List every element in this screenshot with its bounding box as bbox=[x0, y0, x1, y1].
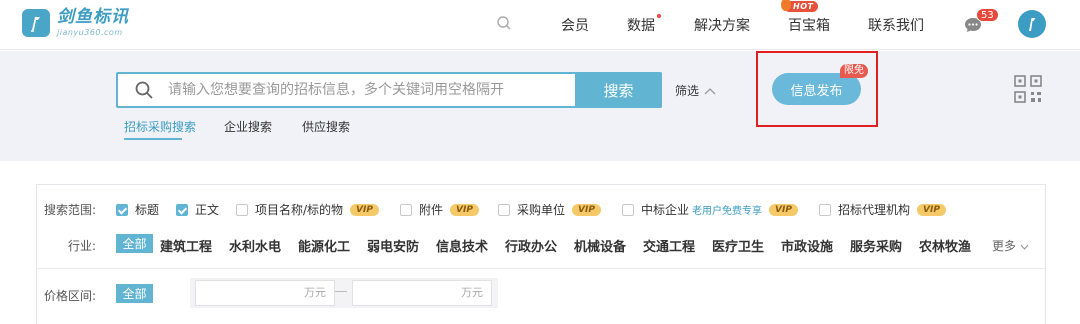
industry-item[interactable]: 交通工程 bbox=[643, 236, 695, 255]
flame-icon bbox=[781, 0, 791, 11]
divider bbox=[36, 268, 1046, 269]
nav-toolbox[interactable]: HOT 百宝箱 bbox=[781, 0, 830, 35]
filter-label: 筛选 bbox=[675, 84, 700, 98]
industry-item[interactable]: 服务采购 bbox=[850, 236, 902, 255]
scope-option-agency[interactable]: 招标代理机构 VIP bbox=[819, 201, 946, 218]
scope-option-label: 采购单位 bbox=[517, 203, 566, 217]
hot-badge-text: HOT bbox=[793, 2, 814, 11]
industry-item[interactable]: 水利水电 bbox=[229, 236, 281, 255]
scope-option-attachment[interactable]: 附件 VIP bbox=[400, 201, 479, 218]
checkbox-icon[interactable] bbox=[819, 203, 831, 216]
scope-option-buyer[interactable]: 采购单位 VIP bbox=[498, 201, 601, 218]
vip-badge: VIP bbox=[572, 203, 601, 216]
vip-badge: VIP bbox=[769, 203, 798, 216]
search-icon bbox=[134, 80, 154, 104]
industry-item[interactable]: 行政办公 bbox=[505, 236, 557, 255]
scope-option-label: 中标企业 bbox=[641, 203, 690, 217]
industry-item[interactable]: 建筑工程 bbox=[160, 236, 212, 255]
scope-option-title[interactable]: 标题 bbox=[116, 201, 159, 218]
checkbox-checked-icon[interactable] bbox=[116, 203, 128, 216]
industry-item[interactable]: 农林牧渔 bbox=[919, 236, 971, 255]
industry-item[interactable]: 医疗卫生 bbox=[712, 236, 764, 255]
checkbox-icon[interactable] bbox=[236, 203, 248, 216]
scope-option-body[interactable]: 正文 bbox=[176, 201, 219, 218]
vip-badge: VIP bbox=[917, 203, 946, 216]
tab-company-search[interactable]: 企业搜索 bbox=[224, 118, 272, 135]
industry-item[interactable]: 机械设备 bbox=[574, 236, 626, 255]
industry-label: 行业: bbox=[68, 239, 97, 253]
search-input[interactable] bbox=[168, 74, 568, 106]
top-header: 剑鱼标讯 jianyu360.com 会员 数据 解决方案 HOT 百宝箱 联系… bbox=[0, 0, 1080, 50]
scope-option-project-name[interactable]: 项目名称/标的物 VIP bbox=[236, 201, 379, 218]
nav-toolbox-label: 百宝箱 bbox=[788, 18, 830, 34]
search-button[interactable]: 搜索 bbox=[575, 72, 662, 108]
chevron-up-icon bbox=[704, 87, 716, 94]
industry-item[interactable]: 弱电安防 bbox=[367, 236, 419, 255]
price-label: 价格区间: bbox=[44, 289, 97, 303]
price-range: 万元 万元 bbox=[190, 278, 498, 308]
promo-text: 老用户免费专享 bbox=[692, 206, 763, 217]
tab-supply-search[interactable]: 供应搜索 bbox=[302, 118, 350, 135]
checkbox-icon[interactable] bbox=[622, 203, 634, 216]
scope-label: 搜索范围: bbox=[44, 203, 97, 217]
new-dot-icon bbox=[657, 14, 661, 18]
filter-toggle[interactable]: 筛选 bbox=[675, 82, 716, 99]
nav-solutions[interactable]: 解决方案 bbox=[694, 15, 750, 35]
scope-option-label: 附件 bbox=[419, 203, 444, 217]
active-tab-indicator bbox=[124, 138, 182, 140]
industry-all-button[interactable]: 全部 bbox=[116, 234, 153, 253]
industry-item[interactable]: 市政设施 bbox=[781, 236, 833, 255]
price-max-input[interactable]: 万元 bbox=[352, 280, 492, 306]
chevron-down-icon bbox=[1020, 244, 1029, 250]
checkbox-icon[interactable] bbox=[400, 203, 412, 216]
user-avatar[interactable] bbox=[1018, 10, 1046, 38]
scope-option-winner[interactable]: 中标企业 老用户免费专享 VIP bbox=[622, 201, 798, 218]
scope-option-label: 标题 bbox=[135, 203, 160, 217]
range-dash bbox=[335, 291, 347, 292]
more-label: 更多 bbox=[992, 239, 1017, 253]
industry-item[interactable]: 能源化工 bbox=[298, 236, 350, 255]
industry-item[interactable]: 信息技术 bbox=[436, 236, 488, 255]
site-logo[interactable]: 剑鱼标讯 jianyu360.com bbox=[22, 9, 129, 37]
message-count-badge: 53 bbox=[976, 8, 999, 22]
header-search-icon[interactable] bbox=[496, 15, 512, 35]
price-min-input[interactable]: 万元 bbox=[195, 280, 335, 306]
qr-code-icon[interactable] bbox=[1013, 74, 1043, 108]
nav-member[interactable]: 会员 bbox=[561, 15, 589, 35]
free-badge: 限免 bbox=[840, 64, 868, 78]
logo-name: 剑鱼标讯 bbox=[57, 7, 129, 27]
nav-contact[interactable]: 联系我们 bbox=[868, 15, 924, 35]
logo-icon bbox=[22, 9, 50, 37]
hot-badge: HOT bbox=[781, 0, 819, 12]
vip-badge: VIP bbox=[450, 203, 479, 216]
nav-data-label: 数据 bbox=[627, 18, 655, 34]
scope-option-label: 招标代理机构 bbox=[838, 203, 911, 217]
logo-domain: jianyu360.com bbox=[57, 28, 123, 37]
checkbox-checked-icon[interactable] bbox=[176, 203, 188, 216]
checkbox-icon[interactable] bbox=[498, 203, 510, 216]
nav-data[interactable]: 数据 bbox=[627, 14, 661, 35]
more-industries-toggle[interactable]: 更多 bbox=[992, 237, 1029, 254]
vip-badge: VIP bbox=[350, 203, 379, 216]
scope-option-label: 正文 bbox=[195, 203, 220, 217]
tab-bid-search[interactable]: 招标采购搜索 bbox=[124, 118, 196, 135]
price-all-button[interactable]: 全部 bbox=[116, 284, 153, 303]
scope-option-label: 项目名称/标的物 bbox=[255, 203, 344, 217]
